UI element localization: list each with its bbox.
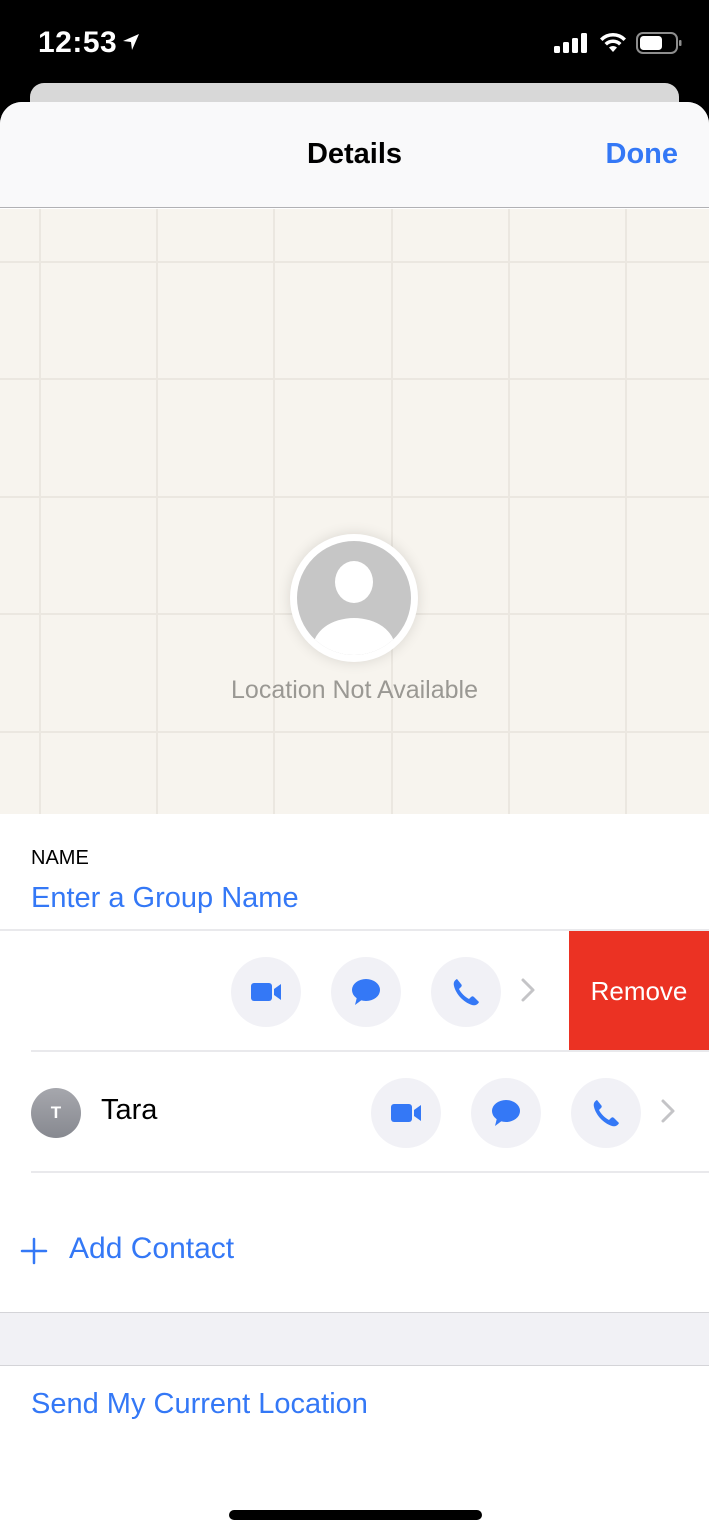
remove-button[interactable]: Remove xyxy=(569,931,709,1052)
contact-name: Tara xyxy=(101,1094,158,1126)
location-status-text: Location Not Available xyxy=(231,676,478,704)
name-label: NAME xyxy=(31,847,89,869)
details-sheet: Details Done Location Not Available NAME… xyxy=(0,102,709,1536)
add-contact-button[interactable]: Add Contact xyxy=(0,1192,709,1312)
map-grid-line xyxy=(273,209,275,814)
map-grid-line xyxy=(156,209,158,814)
chevron-right-icon xyxy=(521,978,535,1002)
page-title: Details xyxy=(306,138,403,170)
group-name-input[interactable] xyxy=(31,882,631,915)
phone-icon xyxy=(453,979,479,1006)
video-call-button[interactable] xyxy=(371,1078,441,1148)
location-arrow-icon xyxy=(123,34,139,50)
phone-call-button[interactable] xyxy=(571,1078,641,1148)
map-grid-line xyxy=(391,209,393,814)
navigation-bar: Details Done xyxy=(0,102,709,208)
plus-icon xyxy=(20,1237,48,1265)
video-camera-icon xyxy=(391,1104,421,1122)
send-current-location-button[interactable]: Send My Current Location xyxy=(31,1388,368,1421)
section-gap xyxy=(0,1312,709,1366)
group-name-section: NAME xyxy=(0,814,709,931)
cellular-signal-icon xyxy=(554,33,587,53)
message-bubble-icon xyxy=(492,1100,520,1126)
battery-icon xyxy=(636,32,682,54)
video-call-button[interactable] xyxy=(231,957,301,1027)
contact-row[interactable]: nai Remove xyxy=(0,931,709,1052)
add-contact-label: Add Contact xyxy=(69,1232,235,1265)
avatar-body xyxy=(313,618,395,655)
map-grid-line xyxy=(0,378,709,380)
message-button[interactable] xyxy=(471,1078,541,1148)
contact-avatar: T xyxy=(31,1088,81,1138)
home-indicator[interactable] xyxy=(229,1510,482,1520)
map-grid-line xyxy=(625,209,627,814)
phone-icon xyxy=(593,1100,619,1127)
chevron-right-icon xyxy=(661,1099,675,1123)
wifi-icon xyxy=(600,32,626,52)
video-camera-icon xyxy=(251,983,281,1001)
message-button[interactable] xyxy=(331,957,401,1027)
avatar-head xyxy=(335,561,373,603)
avatar xyxy=(297,541,411,655)
done-button[interactable]: Done xyxy=(606,138,679,171)
map-grid-line xyxy=(0,261,709,263)
message-bubble-icon xyxy=(352,979,380,1005)
person-placeholder-icon xyxy=(290,534,418,662)
map-grid-line xyxy=(508,209,510,814)
location-map[interactable]: Location Not Available xyxy=(0,209,709,814)
map-grid-line xyxy=(39,209,41,814)
phone-call-button[interactable] xyxy=(431,957,501,1027)
contact-row[interactable]: T Tara xyxy=(0,1052,709,1173)
contact-name: nai xyxy=(0,973,1,1006)
map-grid-line xyxy=(0,496,709,498)
map-grid-line xyxy=(0,731,709,733)
status-time: 12:53 xyxy=(38,26,118,59)
status-bar: 12:53 xyxy=(0,0,709,90)
